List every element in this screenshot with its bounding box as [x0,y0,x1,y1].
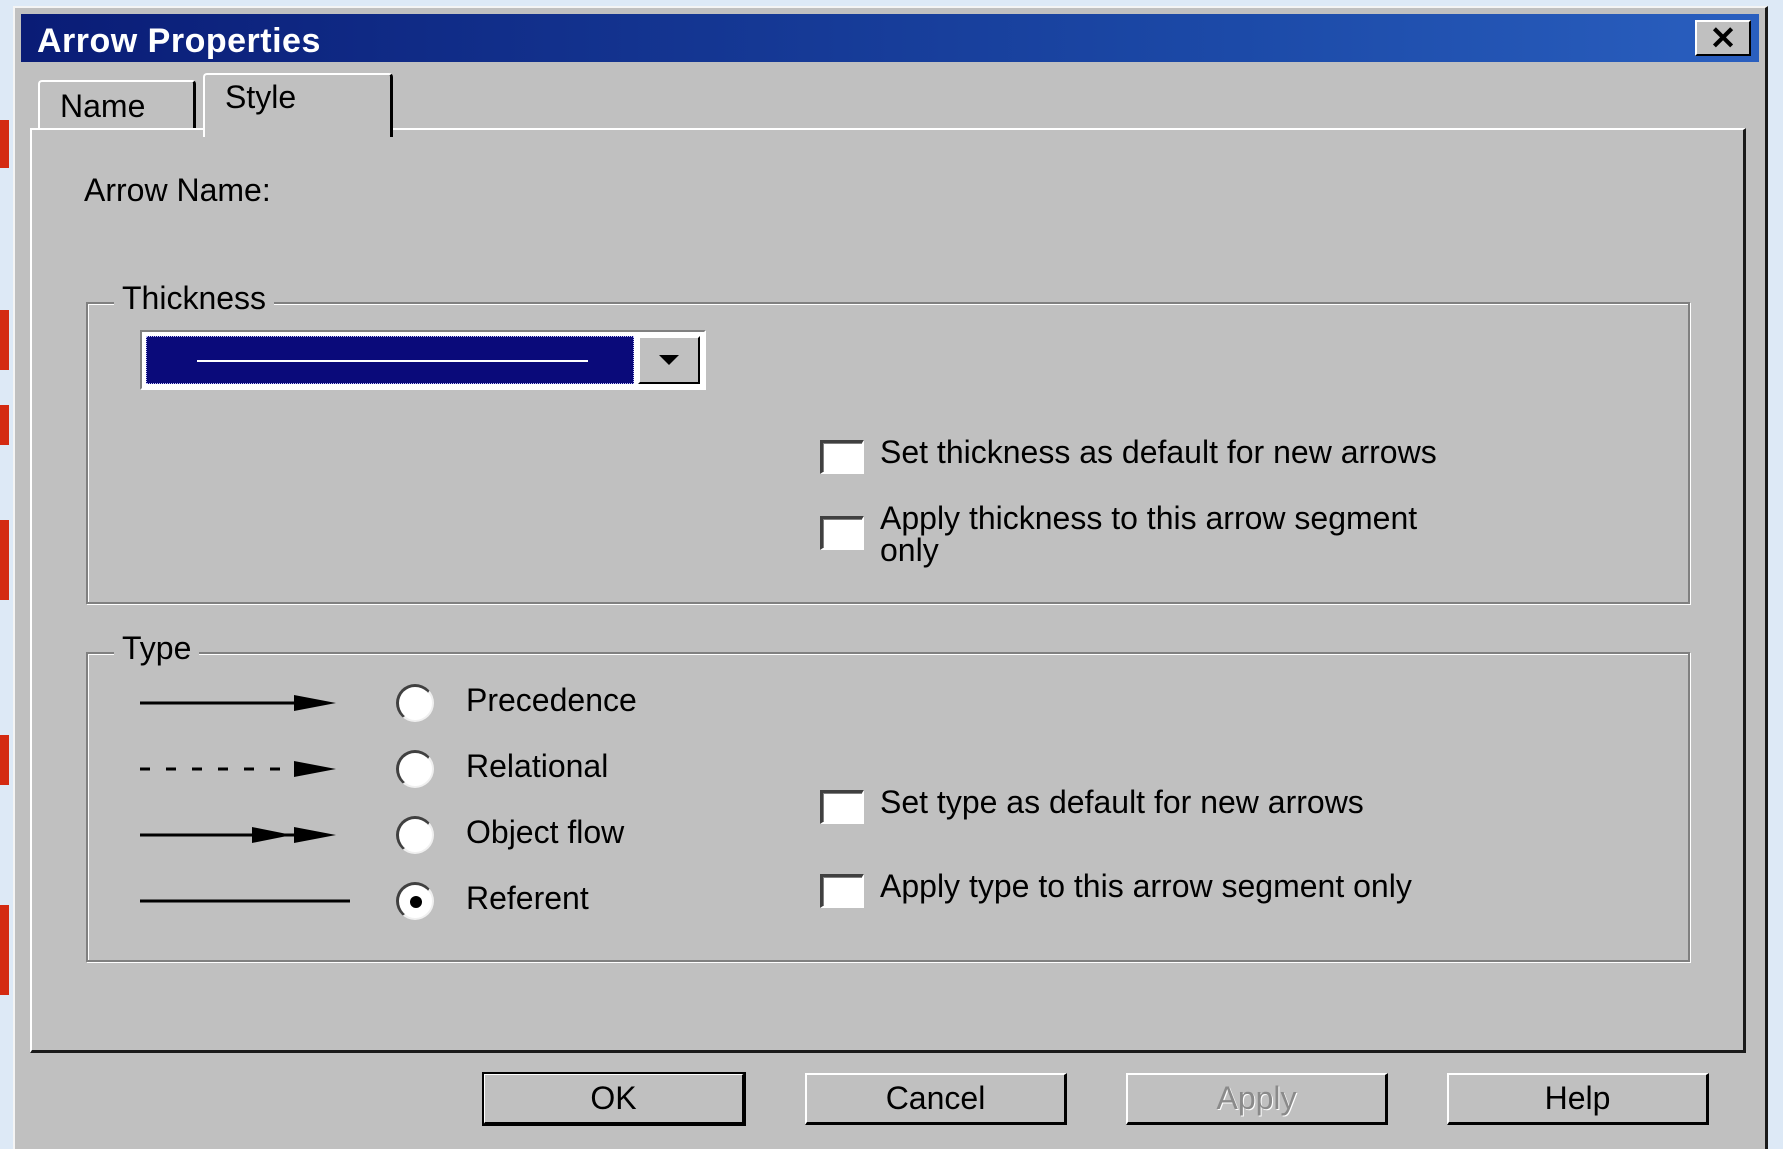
title-bar[interactable]: Arrow Properties ✕ [21,14,1759,62]
tab-name[interactable]: Name [38,80,196,130]
thickness-segment-label-cont[interactable]: only [880,532,939,569]
relational-radio[interactable] [396,750,434,788]
double-arrow-icon [140,827,336,843]
thickness-group-label: Thickness [114,280,275,317]
object-flow-label[interactable]: Object flow [466,814,624,851]
slide-decoration [0,735,9,785]
type-segment-checkbox[interactable] [820,874,864,908]
solid-arrow-icon [140,695,336,711]
tab-name-label: Name [60,88,146,124]
dashed-arrow-icon [140,761,336,777]
ok-button[interactable]: OK [482,1072,746,1126]
type-segment-label[interactable]: Apply type to this arrow segment only [880,868,1412,905]
slide-decoration [0,120,9,168]
close-button[interactable]: ✕ [1695,20,1751,56]
slide-decoration [0,310,9,370]
thickness-segment-label[interactable]: Apply thickness to this arrow segment [880,500,1417,537]
referent-label[interactable]: Referent [466,880,589,917]
relational-label[interactable]: Relational [466,748,608,785]
cancel-button[interactable]: Cancel [805,1073,1067,1125]
object-flow-radio[interactable] [396,816,434,854]
slide-decoration [0,405,9,445]
chevron-down-icon [659,355,679,365]
slide-decoration [0,905,9,995]
help-button[interactable]: Help [1447,1073,1709,1125]
type-default-checkbox[interactable] [820,790,864,824]
dropdown-button[interactable] [638,336,700,384]
thickness-line-preview [197,360,588,362]
close-icon: ✕ [1709,20,1737,56]
radio-selected-dot [409,895,422,908]
plain-line-icon [140,899,350,903]
thickness-segment-checkbox[interactable] [820,516,864,550]
arrow-name-label: Arrow Name: [84,172,271,208]
thickness-default-checkbox[interactable] [820,440,864,474]
window-title: Arrow Properties [37,22,321,60]
thickness-selected-value [146,336,634,384]
thickness-dropdown[interactable] [140,330,706,390]
referent-radio[interactable] [396,882,434,920]
slide-decoration [0,520,9,600]
type-default-label[interactable]: Set type as default for new arrows [880,784,1364,821]
thickness-group: Thickness Set thickness as default for n… [86,280,1690,604]
precedence-radio[interactable] [396,684,434,722]
tab-style[interactable]: Style [203,73,393,137]
type-group: Type Precedence Relational Object flow R… [86,630,1690,962]
tab-style-label: Style [225,79,297,115]
type-group-label: Type [114,630,200,667]
precedence-label[interactable]: Precedence [466,682,637,719]
style-tab-panel: Arrow Name: Thickness Set thickness as d… [30,128,1746,1053]
apply-button[interactable]: Apply [1126,1073,1388,1125]
thickness-default-label[interactable]: Set thickness as default for new arrows [880,434,1437,471]
